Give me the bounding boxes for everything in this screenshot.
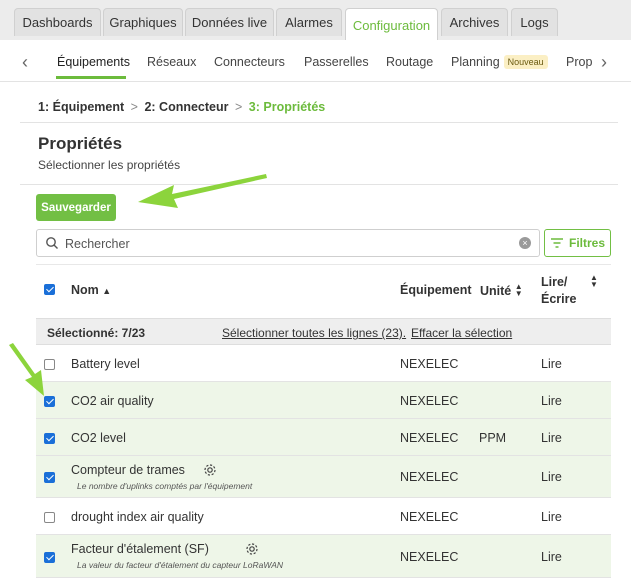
read-write-cell: Lire <box>541 510 562 524</box>
step3-number: 3: <box>248 100 260 114</box>
column-header-equipment[interactable]: Équipement <box>400 283 472 297</box>
equipment-cell: NEXELEC <box>400 431 459 445</box>
table-row[interactable]: CO2 level NEXELEC PPM Lire <box>36 419 611 456</box>
step1-number: 1: <box>38 100 50 114</box>
filters-label: Filtres <box>568 236 605 250</box>
read-write-cell: Lire <box>541 394 562 408</box>
save-button[interactable]: Sauvegarder <box>36 194 116 221</box>
divider <box>20 184 618 185</box>
filters-button[interactable]: Filtres <box>544 229 611 257</box>
read-write-cell: Lire <box>541 357 562 371</box>
column-header-name[interactable]: Nom ▲ <box>71 283 111 297</box>
subnav-equipements[interactable]: Équipements <box>57 55 130 69</box>
subnav-reseaux[interactable]: Réseaux <box>147 55 196 69</box>
property-name: Battery level <box>71 357 140 371</box>
breadcrumb-separator: > <box>234 100 243 114</box>
read-write-cell: Lire <box>541 550 562 564</box>
subnav-planning-label: Planning <box>451 55 500 69</box>
tab-donnees-live[interactable]: Données live <box>185 8 274 36</box>
property-name: Facteur d'étalement (SF) <box>71 542 209 556</box>
chevron-right-icon[interactable]: › <box>601 52 607 73</box>
property-name: CO2 air quality <box>71 394 154 408</box>
tab-configuration[interactable]: Configuration <box>345 8 438 41</box>
step2-number: 2: <box>144 100 156 114</box>
tab-alarmes[interactable]: Alarmes <box>276 8 342 36</box>
page-title: Propriétés <box>38 134 123 153</box>
property-name: drought index air quality <box>71 510 204 524</box>
read-write-cell: Lire <box>541 431 562 445</box>
search-placeholder: Rechercher <box>65 237 130 251</box>
rw-header-line2: Écrire <box>541 292 577 306</box>
read-write-cell: Lire <box>541 470 562 484</box>
property-description: Le nombre d'uplinks comptés par l'équipe… <box>77 481 253 491</box>
subnav-routage[interactable]: Routage <box>386 55 433 69</box>
equipment-cell: NEXELEC <box>400 510 459 524</box>
active-subnav-underline <box>56 76 126 79</box>
subnav-passerelles[interactable]: Passerelles <box>304 55 369 69</box>
equipment-cell: NEXELEC <box>400 394 459 408</box>
top-tabs-bar: Dashboards Graphiques Données live Alarm… <box>0 0 631 41</box>
clear-selection-link[interactable]: Effacer la sélection <box>411 326 512 340</box>
table-row[interactable]: drought index air quality NEXELEC Lire <box>36 498 611 535</box>
selection-bar: Sélectionné: 7/23 Sélectionner toutes le… <box>36 318 611 345</box>
gear-icon[interactable] <box>245 542 259 556</box>
equipment-cell: NEXELEC <box>400 550 459 564</box>
row-checkbox[interactable] <box>44 512 55 523</box>
unit-cell: PPM <box>479 431 507 445</box>
sort-up-icon: ▲ <box>102 286 112 296</box>
breadcrumb-separator: > <box>130 100 138 114</box>
column-header-read-write[interactable]: Lire/Écrire <box>541 274 576 308</box>
row-checkbox[interactable] <box>44 433 55 444</box>
step1-label[interactable]: Équipement <box>53 100 125 114</box>
gear-icon[interactable] <box>203 463 217 477</box>
table-row[interactable]: Compteur de trames Le nombre d'uplinks co… <box>36 456 611 498</box>
unit-header-label: Unité <box>480 284 512 298</box>
step2-label[interactable]: Connecteur <box>159 100 228 114</box>
select-all-rows-link[interactable]: Sélectionner toutes les lignes (23). <box>222 326 406 340</box>
new-badge: Nouveau <box>503 55 548 69</box>
subnav-connecteurs[interactable]: Connecteurs <box>214 55 285 69</box>
breadcrumb: 1: Équipement > 2: Connecteur > 3: Propr… <box>38 100 325 114</box>
tab-graphiques[interactable]: Graphiques <box>103 8 183 36</box>
divider <box>20 122 618 123</box>
search-input[interactable]: Rechercher × <box>36 229 540 257</box>
table-row[interactable]: Battery level NEXELEC Lire <box>36 345 611 382</box>
equipment-cell: NEXELEC <box>400 470 459 484</box>
filter-icon <box>550 238 563 248</box>
rw-header-line1: Lire/ <box>541 275 568 289</box>
tab-logs[interactable]: Logs <box>511 8 558 36</box>
property-description: La valeur du facteur d'étalement du capt… <box>77 560 284 570</box>
table-row[interactable]: Facteur d'étalement (SF) La valeur du fac… <box>36 535 611 578</box>
property-name: CO2 level <box>71 431 126 445</box>
subnav-planning[interactable]: Planning Nouveau <box>451 55 548 69</box>
step3-label: Propriétés <box>263 100 326 114</box>
subnav-prop[interactable]: Prop <box>566 55 592 69</box>
column-header-unit[interactable]: Unité ▲ ▼ <box>480 282 523 299</box>
row-checkbox[interactable] <box>44 472 55 483</box>
equipment-cell: NEXELEC <box>400 357 459 371</box>
table-row[interactable]: CO2 air quality NEXELEC Lire <box>36 382 611 419</box>
chevron-left-icon[interactable]: ‹ <box>22 52 28 73</box>
sort-both-icon[interactable]: ▲ ▼ <box>590 274 598 289</box>
select-all-checkbox[interactable] <box>44 284 55 295</box>
row-checkbox[interactable] <box>44 359 55 370</box>
name-header-label: Nom <box>71 283 99 297</box>
search-icon <box>46 237 58 249</box>
page-subtitle: Sélectionner les propriétés <box>38 158 181 172</box>
clear-search-icon[interactable]: × <box>519 237 531 249</box>
selection-count: Sélectionné: 7/23 <box>47 326 146 340</box>
tab-dashboards[interactable]: Dashboards <box>14 8 101 36</box>
property-name: Compteur de trames <box>71 463 185 477</box>
tab-archives[interactable]: Archives <box>441 8 508 36</box>
pointer-arrow-icon <box>138 174 267 208</box>
table-header: Nom ▲ Équipement Unité ▲ ▼ Lire/Écrire ▲ ▼ <box>36 264 611 318</box>
row-checkbox[interactable] <box>44 396 55 407</box>
row-checkbox[interactable] <box>44 552 55 563</box>
sort-both-icon: ▲ ▼ <box>514 282 523 298</box>
